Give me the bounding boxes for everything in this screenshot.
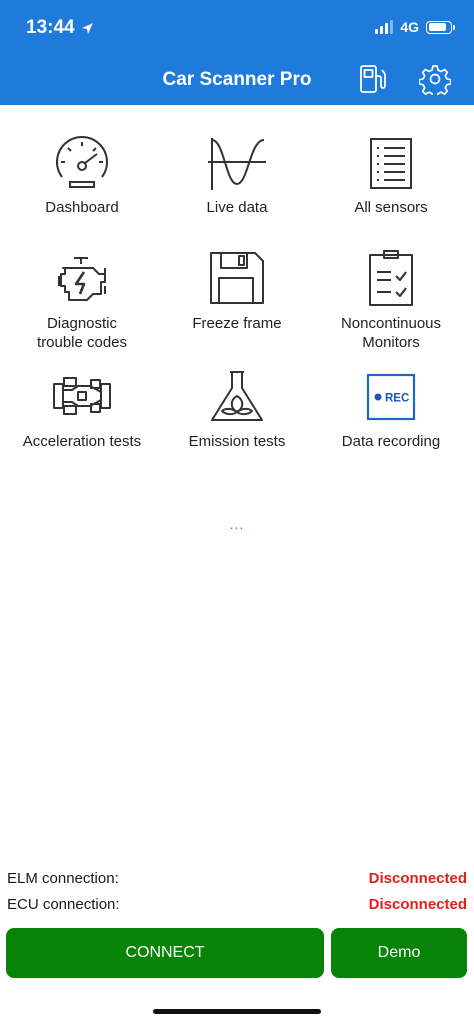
- fuel-pump-icon[interactable]: [357, 63, 389, 95]
- menu-label: Dashboard: [45, 199, 119, 216]
- rec-label: REC: [385, 393, 409, 405]
- menu-item-dashboard[interactable]: Dashboard: [3, 128, 161, 217]
- ecu-connection-status: Disconnected: [368, 896, 467, 913]
- menu-item-acceleration-tests[interactable]: Acceleration tests: [3, 362, 161, 451]
- waveform-icon: [208, 138, 266, 190]
- demo-button[interactable]: Demo: [331, 928, 467, 978]
- menu-label: Emission tests: [188, 433, 286, 450]
- status-indicators: 4G: [375, 19, 455, 35]
- floppy-disk-icon: [210, 252, 264, 304]
- signal-icon: [375, 20, 394, 34]
- elm-connection-label: ELM connection:: [7, 870, 119, 887]
- battery-icon: [426, 20, 455, 34]
- connect-button[interactable]: CONNECT: [6, 928, 324, 978]
- menu-label: All sensors: [354, 199, 428, 216]
- menu-item-diagnostic-trouble-codes[interactable]: Diagnostic trouble codes: [3, 244, 161, 352]
- menu-item-live-data[interactable]: Live data: [158, 128, 316, 217]
- menu-label: Freeze frame: [192, 315, 282, 332]
- location-arrow-icon: [81, 22, 93, 34]
- status-time: 13:44: [26, 17, 94, 39]
- menu-item-all-sensors[interactable]: All sensors: [312, 128, 470, 217]
- home-indicator[interactable]: [153, 1009, 321, 1014]
- menu-label: Noncontinuous Monitors: [340, 315, 442, 351]
- gear-icon[interactable]: [419, 63, 451, 95]
- speedometer-icon: [56, 136, 108, 188]
- menu-item-noncontinuous-monitors[interactable]: Noncontinuous Monitors: [312, 244, 470, 352]
- menu-item-freeze-frame[interactable]: Freeze frame: [158, 244, 316, 333]
- app-header: 13:44 4G Car Scanner Pro: [0, 0, 474, 105]
- ecu-connection-label: ECU connection:: [7, 896, 120, 913]
- menu-label: Acceleration tests: [22, 433, 142, 450]
- flask-leaf-icon: [211, 371, 263, 421]
- clock: 13:44: [26, 17, 75, 38]
- menu-item-emission-tests[interactable]: Emission tests: [158, 362, 316, 451]
- list-icon: [370, 138, 412, 189]
- more-indicator[interactable]: ...: [0, 516, 474, 532]
- elm-connection-status: Disconnected: [368, 870, 467, 887]
- menu-label: Diagnostic trouble codes: [36, 315, 128, 351]
- ecu-connection-row: ECU connection: Disconnected: [7, 896, 467, 913]
- race-car-icon: [53, 377, 111, 415]
- menu-item-data-recording[interactable]: REC Data recording: [312, 362, 470, 451]
- rec-icon: REC: [366, 373, 416, 421]
- menu-label: Live data: [206, 199, 268, 216]
- page-title: Car Scanner Pro: [162, 69, 312, 90]
- network-type: 4G: [400, 19, 419, 35]
- engine-icon: [58, 257, 106, 301]
- clipboard-checklist-icon: [369, 250, 413, 306]
- menu-label: Data recording: [341, 433, 441, 450]
- elm-connection-row: ELM connection: Disconnected: [7, 870, 467, 887]
